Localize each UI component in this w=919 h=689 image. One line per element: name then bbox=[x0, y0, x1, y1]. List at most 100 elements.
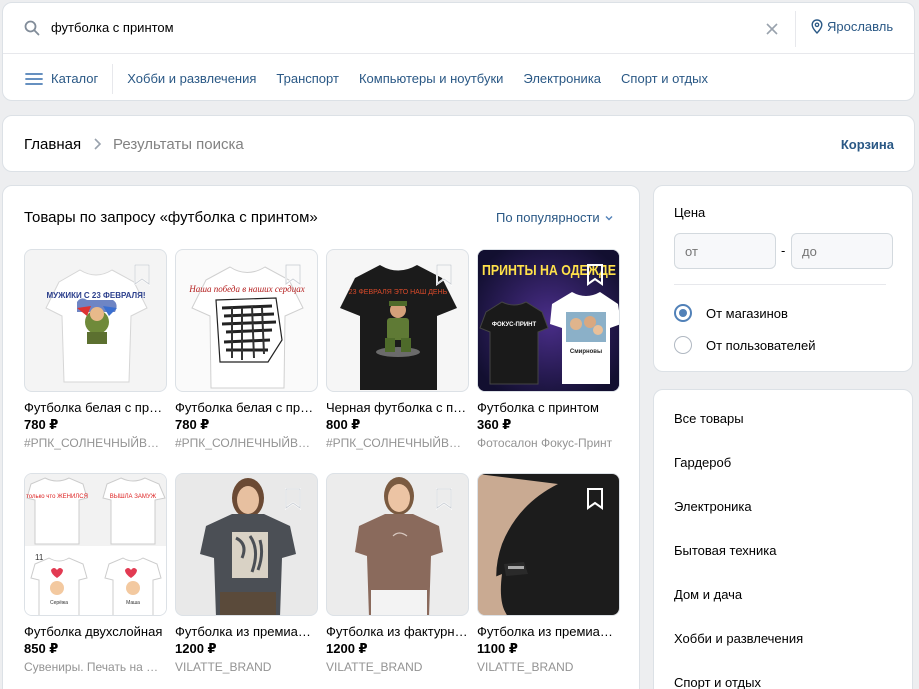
radio-label: От пользователей bbox=[706, 337, 816, 353]
chevron-down-icon bbox=[605, 215, 613, 220]
bookmark-icon[interactable] bbox=[283, 263, 303, 287]
product-price: 850 ₽ bbox=[24, 641, 59, 656]
search-header: футболка с принтом Ярославль Каталог Хоб… bbox=[2, 2, 915, 101]
product-image bbox=[326, 473, 469, 616]
product-price: 780 ₽ bbox=[24, 417, 59, 432]
category-appliances[interactable]: Бытовая техника bbox=[674, 543, 776, 558]
product-name: Футболка белая с принтом bbox=[175, 400, 318, 415]
category-all[interactable]: Все товары bbox=[674, 411, 744, 426]
search-icon bbox=[24, 20, 40, 36]
product-card[interactable]: Футболка из премиального хлопка 1200 ₽ V… bbox=[175, 473, 318, 674]
bookmark-icon[interactable] bbox=[283, 487, 303, 511]
chevron-right-icon bbox=[94, 138, 102, 150]
product-seller[interactable]: VILATTE_BRAND bbox=[175, 660, 318, 674]
sort-dropdown[interactable]: По популярности bbox=[496, 210, 614, 225]
product-card[interactable]: Футболка из премиального хлопка 1100 ₽ V… bbox=[477, 473, 620, 674]
clear-search-icon[interactable] bbox=[762, 19, 782, 39]
category-hobby[interactable]: Хобби и развлечения bbox=[674, 631, 803, 646]
nav-link-computers[interactable]: Компьютеры и ноутбуки bbox=[359, 71, 503, 86]
print-text: только что ЖЕНИЛСЯ bbox=[26, 494, 88, 500]
product-card[interactable]: МУЖИКИ С 23 ФЕВРАЛЯ! Футболка белая с пр… bbox=[24, 249, 167, 450]
location-pin-icon bbox=[811, 19, 823, 34]
seller-type-shops[interactable]: От магазинов bbox=[674, 304, 788, 322]
print-text: Маша bbox=[126, 600, 140, 606]
categories-panel: Все товары Гардероб Электроника Бытовая … bbox=[653, 389, 913, 689]
divider bbox=[674, 284, 886, 285]
product-image: ПРИНТЫ НА ОДЕЖДЕ ФОКУС-ПРИНТ Смирновы bbox=[477, 249, 620, 392]
divider bbox=[795, 11, 796, 47]
seller-type-users[interactable]: От пользователей bbox=[674, 336, 815, 354]
results-title: Товары по запросу «футболка с принтом» bbox=[24, 209, 318, 226]
nav-link-hobby[interactable]: Хобби и развлечения bbox=[127, 71, 256, 86]
category-nav: Каталог Хобби и развлечения Транспорт Ко… bbox=[3, 55, 914, 102]
range-dash: - bbox=[781, 243, 786, 258]
product-card[interactable]: только что ЖЕНИЛСЯ ВЫШЛА ЗАМУЖ 11 Серёжа… bbox=[24, 473, 167, 674]
product-price: 1200 ₽ bbox=[175, 641, 217, 656]
product-seller[interactable]: VILATTE_BRAND bbox=[326, 660, 469, 674]
search-input[interactable]: футболка с принтом bbox=[51, 20, 174, 35]
product-seller[interactable]: #РПК_СОЛНЕЧНЫЙВЕТЕР bbox=[24, 436, 167, 450]
product-price: 800 ₽ bbox=[326, 417, 361, 432]
breadcrumb: Главная Результаты поиска Корзина bbox=[2, 115, 915, 172]
product-seller[interactable]: #РПК_СОЛНЕЧНЫЙВЕТЕР bbox=[175, 436, 318, 450]
cart-link[interactable]: Корзина bbox=[841, 137, 894, 152]
product-price: 360 ₽ bbox=[477, 417, 512, 432]
results-panel: Товары по запросу «футболка с принтом» П… bbox=[2, 185, 640, 689]
product-name: Футболка из фактурного хлопка bbox=[326, 624, 469, 639]
print-text: 23 ФЕВРАЛЯ ЭТО НАШ ДЕНЬ bbox=[349, 289, 448, 296]
product-card[interactable]: ПРИНТЫ НА ОДЕЖДЕ ФОКУС-ПРИНТ Смирновы Фу… bbox=[477, 249, 620, 450]
product-name: Футболка белая с принтом bbox=[24, 400, 167, 415]
category-electronics[interactable]: Электроника bbox=[674, 499, 752, 514]
price-to-input[interactable] bbox=[791, 233, 893, 269]
product-image bbox=[477, 473, 620, 616]
product-image: только что ЖЕНИЛСЯ ВЫШЛА ЗАМУЖ 11 Серёжа… bbox=[24, 473, 167, 616]
location-selector[interactable]: Ярославль bbox=[811, 19, 893, 34]
product-image: 23 ФЕВРАЛЯ ЭТО НАШ ДЕНЬ bbox=[326, 249, 469, 392]
product-seller[interactable]: Сувениры. Печать на футболках bbox=[24, 660, 167, 674]
product-seller[interactable]: #РПК_СОЛНЕЧНЫЙВЕТЕР bbox=[326, 436, 469, 450]
product-seller[interactable]: Фотосалон Фокус-Принт bbox=[477, 436, 620, 450]
product-name: Футболка двухслойная bbox=[24, 624, 163, 639]
banner-shirt-text: Смирновы bbox=[570, 349, 602, 355]
product-seller[interactable]: VILATTE_BRAND bbox=[477, 660, 620, 674]
catalog-button[interactable]: Каталог bbox=[3, 63, 114, 94]
filter-panel: Цена - От магазинов От пользователей bbox=[653, 185, 913, 372]
product-card[interactable]: Футболка из фактурного хлопка 1200 ₽ VIL… bbox=[326, 473, 469, 674]
product-price: 1200 ₽ bbox=[326, 641, 368, 656]
search-bar: футболка с принтом Ярославль bbox=[3, 3, 914, 54]
product-image bbox=[175, 473, 318, 616]
category-wardrobe[interactable]: Гардероб bbox=[674, 455, 731, 470]
category-sport[interactable]: Спорт и отдых bbox=[674, 675, 761, 689]
product-price: 780 ₽ bbox=[175, 417, 210, 432]
price-from-input[interactable] bbox=[674, 233, 776, 269]
breadcrumb-current: Результаты поиска bbox=[113, 136, 244, 153]
product-price: 1100 ₽ bbox=[477, 641, 518, 656]
print-text: МУЖИКИ С 23 ФЕВРАЛЯ! bbox=[46, 291, 145, 300]
radio-selected[interactable] bbox=[674, 304, 692, 322]
radio-unselected[interactable] bbox=[674, 336, 692, 354]
product-image: Наша победа в наших сердцах bbox=[175, 249, 318, 392]
bookmark-icon[interactable] bbox=[434, 263, 454, 287]
product-name: Футболка с принтом bbox=[477, 400, 599, 415]
product-name: Футболка из премиального хлопка bbox=[175, 624, 318, 639]
bookmark-icon[interactable] bbox=[434, 487, 454, 511]
print-text: Серёжа bbox=[50, 600, 68, 606]
sort-label: По популярности bbox=[496, 210, 600, 225]
bookmark-icon[interactable] bbox=[132, 263, 152, 287]
city-label: Ярославль bbox=[827, 19, 894, 34]
nav-link-transport[interactable]: Транспорт bbox=[276, 71, 339, 86]
bookmark-icon[interactable] bbox=[585, 487, 605, 511]
bookmark-icon[interactable] bbox=[585, 263, 605, 287]
print-text: ВЫШЛА ЗАМУЖ bbox=[110, 494, 157, 500]
radio-label: От магазинов bbox=[706, 305, 788, 321]
product-card[interactable]: Наша победа в наших сердцах Футболка бел… bbox=[175, 249, 318, 450]
breadcrumb-home[interactable]: Главная bbox=[24, 136, 81, 153]
product-card[interactable]: 23 ФЕВРАЛЯ ЭТО НАШ ДЕНЬ Черная футболка … bbox=[326, 249, 469, 450]
product-image: МУЖИКИ С 23 ФЕВРАЛЯ! bbox=[24, 249, 167, 392]
catalog-label: Каталог bbox=[51, 71, 99, 86]
nav-link-sport[interactable]: Спорт и отдых bbox=[621, 71, 708, 86]
category-home[interactable]: Дом и дача bbox=[674, 587, 742, 602]
product-name: Черная футболка с принтом bbox=[326, 400, 469, 415]
price-label: Цена bbox=[674, 205, 706, 220]
nav-link-electronics[interactable]: Электроника bbox=[523, 71, 601, 86]
